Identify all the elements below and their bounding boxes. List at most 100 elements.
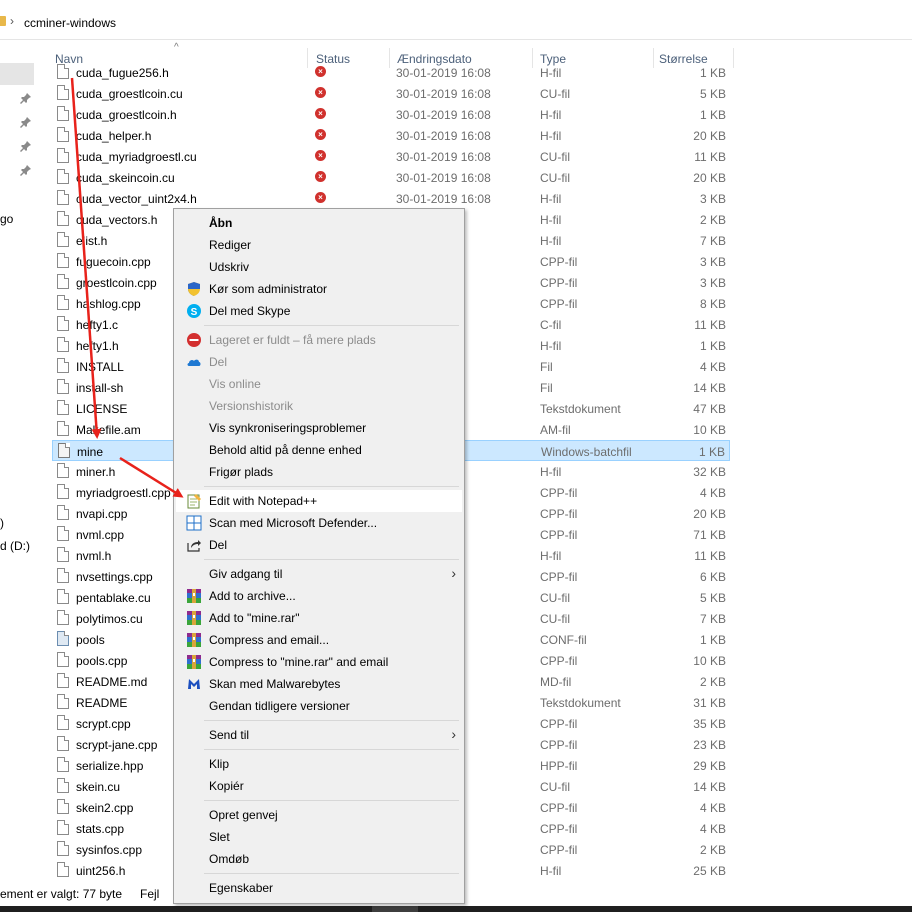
- error-status: Fejl: [140, 887, 160, 901]
- menu-item-egenskaber[interactable]: Egenskaber: [176, 877, 462, 899]
- file-size: 2 KB: [699, 675, 726, 689]
- menu-item-label: Udskriv: [209, 260, 250, 274]
- file-type: CU-fil: [540, 591, 570, 605]
- file-name: elist.h: [76, 234, 108, 248]
- file-size: 3 KB: [699, 255, 726, 269]
- menu-separator: [204, 749, 459, 750]
- menu-item-klip[interactable]: Klip: [176, 753, 462, 775]
- file-size: 11 KB: [694, 150, 726, 164]
- sort-ascending-icon: ^: [174, 42, 179, 53]
- menu-item-label: Versionshistorik: [209, 399, 294, 413]
- file-type: CPP-fil: [540, 486, 578, 500]
- menu-item-edit-with-notepad[interactable]: Edit with Notepad++: [176, 490, 462, 512]
- file-icon: [57, 379, 69, 394]
- file-type: H-fil: [540, 192, 562, 206]
- menu-separator: [204, 873, 459, 874]
- file-icon: [57, 652, 69, 667]
- file-name: pools.cpp: [76, 654, 128, 668]
- menu-item-add-to-archive[interactable]: Add to archive...: [176, 585, 462, 607]
- file-name: cuda_myriadgroestl.cu: [76, 150, 197, 164]
- file-icon: [57, 841, 69, 856]
- menu-item-del: Del: [176, 351, 462, 373]
- file-date: 30-01-2019 16:08: [396, 87, 491, 101]
- menu-item-kopi-r[interactable]: Kopiér: [176, 775, 462, 797]
- file-name: cuda_groestlcoin.h: [76, 108, 177, 122]
- file-row[interactable]: cuda_skeincoin.cu × 30-01-2019 16:08 CU-fil…: [52, 167, 730, 188]
- menu-item-åbn[interactable]: Åbn: [176, 212, 462, 234]
- menu-item-compress-to-mine-rar-and-email[interactable]: Compress to "mine.rar" and email: [176, 651, 462, 673]
- menu-item-scan-med-microsoft-defender[interactable]: Scan med Microsoft Defender...: [176, 512, 462, 534]
- file-row[interactable]: cuda_vector_uint2x4.h × 30-01-2019 16:08 H-…: [52, 188, 730, 209]
- menu-item-skan-med-malwarebytes[interactable]: Skan med Malwarebytes: [176, 673, 462, 695]
- sync-error-icon: ×: [315, 150, 326, 161]
- file-name: cuda_vectors.h: [76, 213, 158, 227]
- file-size: 3 KB: [699, 192, 726, 206]
- menu-item-giv-adgang-til[interactable]: Giv adgang til ›: [176, 563, 462, 585]
- chevron-right-icon[interactable]: ›: [10, 14, 14, 28]
- file-type: CU-fil: [540, 780, 570, 794]
- menu-item-del[interactable]: Del: [176, 534, 462, 556]
- menu-item-label: Compress to "mine.rar" and email: [209, 655, 389, 669]
- menu-item-add-to-mine-rar[interactable]: Add to "mine.rar": [176, 607, 462, 629]
- menu-item-label: Egenskaber: [209, 881, 274, 895]
- file-name: scrypt.cpp: [76, 717, 131, 731]
- file-type: CPP-fil: [540, 843, 578, 857]
- menu-item-rediger[interactable]: Rediger: [176, 234, 462, 256]
- menu-item-slet[interactable]: Slet: [176, 826, 462, 848]
- file-name: cuda_skeincoin.cu: [76, 171, 175, 185]
- file-row[interactable]: cuda_myriadgroestl.cu × 30-01-2019 16:08 CU…: [52, 146, 730, 167]
- file-icon: [57, 358, 69, 373]
- file-row[interactable]: cuda_helper.h × 30-01-2019 16:08 H-fil 20 KB: [52, 125, 730, 146]
- menu-item-send-til[interactable]: Send til ›: [176, 724, 462, 746]
- menu-item-udskriv[interactable]: Udskriv: [176, 256, 462, 278]
- menu-item-frigør-plads[interactable]: Frigør plads: [176, 461, 462, 483]
- file-icon: [57, 715, 69, 730]
- file-size: 14 KB: [693, 381, 726, 395]
- file-name: hefty1.c: [76, 318, 119, 332]
- file-name: skein.cu: [76, 780, 121, 794]
- taskbar-active-item[interactable]: [372, 906, 418, 912]
- menu-item-label: Compress and email...: [209, 633, 330, 647]
- file-name: Makefile.am: [76, 423, 141, 437]
- file-name: pools: [76, 633, 105, 647]
- sync-error-icon: ×: [315, 108, 326, 119]
- file-type: CPP-fil: [540, 654, 578, 668]
- file-size: 71 KB: [693, 528, 726, 542]
- file-icon: [57, 757, 69, 772]
- file-row[interactable]: cuda_groestlcoin.cu × 30-01-2019 16:08 CU-f…: [52, 83, 730, 104]
- menu-item-opret-genvej[interactable]: Opret genvej: [176, 804, 462, 826]
- file-size: 5 KB: [699, 87, 726, 101]
- file-size: 2 KB: [699, 213, 726, 227]
- menu-item-compress-and-email[interactable]: Compress and email...: [176, 629, 462, 651]
- file-row[interactable]: cuda_fugue256.h × 30-01-2019 16:08 H-fil 1 K…: [52, 62, 730, 83]
- file-type: H-fil: [540, 549, 562, 563]
- address-path[interactable]: ccminer-windows: [24, 16, 116, 30]
- sync-error-icon: ×: [315, 66, 326, 77]
- file-type: CU-fil: [540, 150, 570, 164]
- menu-item-kør-som-administrator[interactable]: Kør som administrator: [176, 278, 462, 300]
- file-type: CPP-fil: [540, 255, 578, 269]
- file-date: 30-01-2019 16:08: [396, 192, 491, 206]
- file-row[interactable]: cuda_groestlcoin.h × 30-01-2019 16:08 H-fil…: [52, 104, 730, 125]
- winrar-icon: [186, 610, 202, 626]
- file-size: 4 KB: [699, 486, 726, 500]
- menu-item-gendan-tidligere-versioner[interactable]: Gendan tidligere versioner: [176, 695, 462, 717]
- file-name: cuda_vector_uint2x4.h: [76, 192, 197, 206]
- file-type: CONF-fil: [540, 633, 587, 647]
- file-size: 7 KB: [699, 612, 726, 626]
- config-file-icon: [57, 631, 69, 646]
- menu-item-del-med-skype[interactable]: S Del med Skype: [176, 300, 462, 322]
- folder-icon: [0, 16, 6, 26]
- file-name: nvml.cpp: [76, 528, 125, 542]
- file-name: cuda_helper.h: [76, 129, 152, 143]
- file-size: 23 KB: [693, 738, 726, 752]
- file-name: uint256.h: [76, 864, 126, 878]
- menu-item-label: Rediger: [209, 238, 252, 252]
- address-bar[interactable]: › ccminer-windows: [0, 0, 912, 40]
- menu-item-omdøb[interactable]: Omdøb: [176, 848, 462, 870]
- menu-item-behold-altid-på-denne-enhed[interactable]: Behold altid på denne enhed: [176, 439, 462, 461]
- file-type: C-fil: [540, 318, 562, 332]
- file-type: H-fil: [540, 339, 562, 353]
- file-icon: [57, 64, 69, 79]
- menu-item-vis-synkroniseringsproblemer[interactable]: Vis synkroniseringsproblemer: [176, 417, 462, 439]
